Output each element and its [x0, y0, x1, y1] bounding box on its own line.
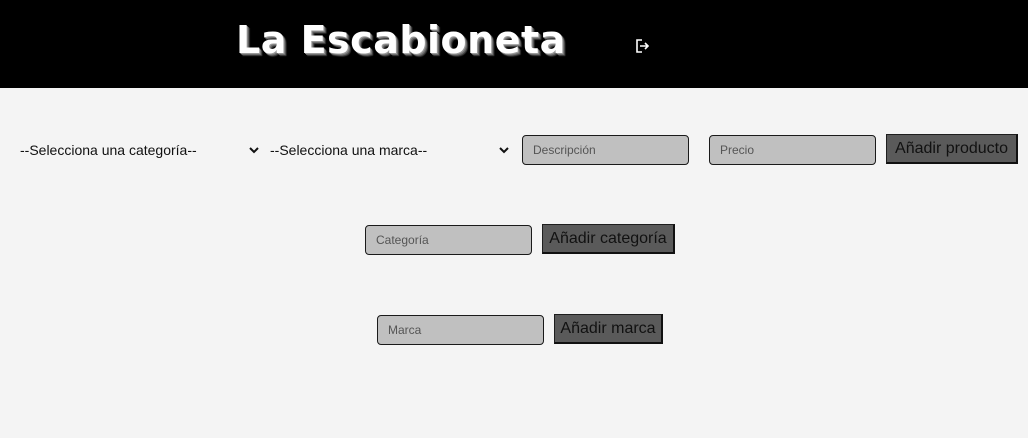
category-select-value: --Selecciona una categoría-- [20, 142, 197, 158]
add-brand-button[interactable]: Añadir marca [554, 314, 663, 344]
chevron-down-icon [499, 147, 509, 154]
category-input[interactable]: Categoría [365, 225, 532, 255]
add-product-button[interactable]: Añadir producto [886, 134, 1018, 164]
brand-placeholder: Marca [388, 323, 422, 337]
brand-select-value: --Selecciona una marca-- [270, 142, 428, 158]
main-content: --Selecciona una categoría-- --Seleccion… [0, 88, 1028, 438]
description-input[interactable]: Descripción [522, 135, 689, 165]
top-bar: La Escabioneta [0, 0, 1028, 88]
brand-logo-text: La Escabioneta [236, 18, 566, 62]
price-input[interactable]: Precio [709, 135, 876, 165]
brand-input[interactable]: Marca [377, 315, 544, 345]
price-placeholder: Precio [720, 143, 755, 157]
add-category-button[interactable]: Añadir categoría [542, 224, 675, 254]
category-placeholder: Categoría [376, 233, 429, 247]
category-select[interactable]: --Selecciona una categoría-- [20, 136, 262, 164]
chevron-down-icon [249, 147, 259, 154]
brand-select[interactable]: --Selecciona una marca-- [270, 136, 512, 164]
description-placeholder: Descripción [533, 143, 596, 157]
logout-icon[interactable] [634, 38, 650, 54]
